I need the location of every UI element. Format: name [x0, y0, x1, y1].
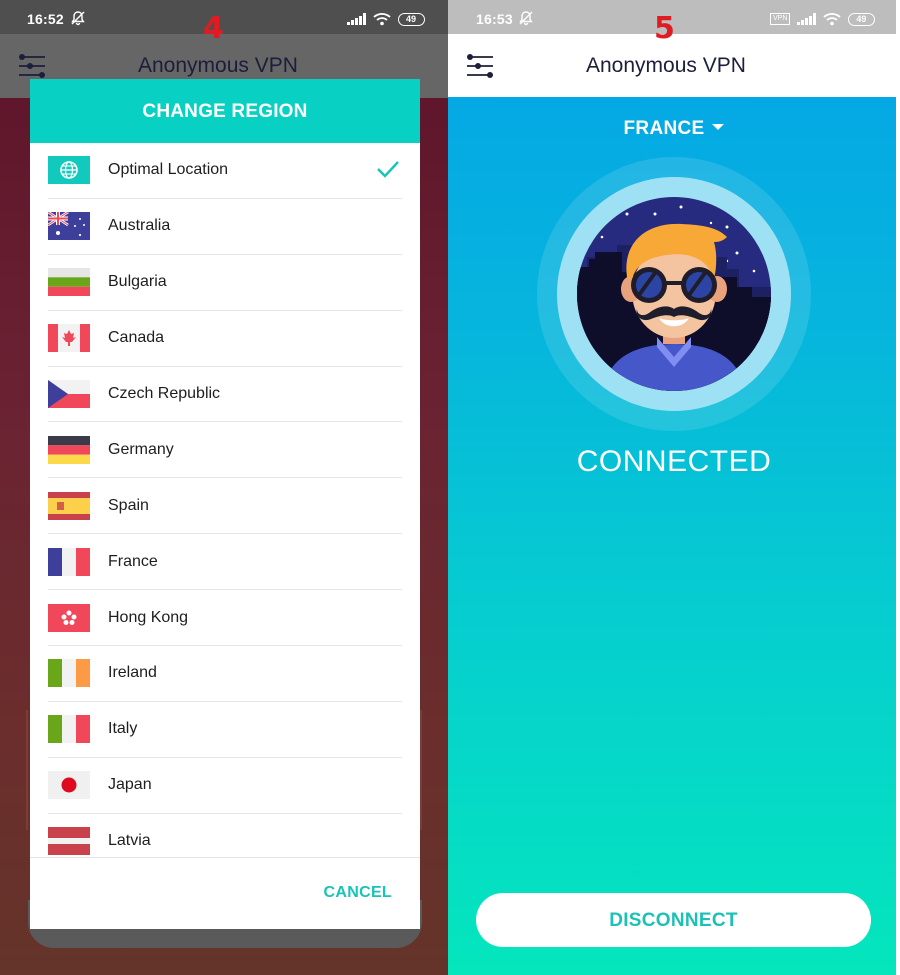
region-label: Canada	[108, 329, 165, 347]
flag-ca-icon	[48, 324, 90, 353]
region-item-de[interactable]: Germany	[48, 422, 402, 479]
flag-it-icon	[48, 715, 90, 744]
status-icons: VPN 49	[770, 12, 875, 26]
app-title: Anonymous VPN	[138, 54, 298, 77]
avatar-illustration	[577, 197, 771, 391]
disconnect-button[interactable]: DISCONNECT	[476, 893, 871, 947]
wifi-icon	[823, 13, 841, 26]
region-selector[interactable]: FRANCE	[448, 118, 900, 140]
signal-icon	[797, 13, 816, 25]
flag-ie-icon	[48, 659, 90, 688]
dropdown-caret-icon	[712, 123, 725, 130]
notifications-off-icon	[71, 11, 85, 26]
region-label: Bulgaria	[108, 273, 167, 291]
region-item-au[interactable]: Australia	[48, 199, 402, 255]
vpn-badge: VPN	[770, 13, 791, 25]
flag-jp-icon	[48, 771, 90, 800]
panel-divider	[896, 0, 900, 975]
region-item-bg[interactable]: Bulgaria	[48, 255, 402, 311]
region-item-ie[interactable]: Ireland	[48, 646, 402, 702]
region-label: Germany	[108, 440, 174, 458]
status-time: 16:53	[476, 11, 513, 27]
region-item-es[interactable]: Spain	[48, 478, 402, 535]
region-item-cz[interactable]: Czech Republic	[48, 367, 402, 423]
status-bar: 16:52 49	[0, 0, 448, 34]
region-item-jp[interactable]: Japan	[48, 758, 402, 814]
region-label: Czech Republic	[108, 385, 221, 402]
battery-indicator: 49	[397, 12, 425, 26]
region-label: Australia	[108, 217, 171, 235]
region-item-hk[interactable]: Hong Kong	[48, 590, 402, 647]
dialog-title: CHANGE REGION	[30, 79, 420, 143]
region-label: Spain	[108, 496, 149, 514]
selected-region: FRANCE	[623, 118, 705, 139]
battery-indicator: 49	[847, 12, 875, 26]
signal-icon	[347, 13, 366, 25]
screen-change-region: 16:52 49 4 Anonymous VPN CHANGE REGION O…	[0, 0, 448, 975]
flag-fr-icon	[48, 547, 90, 576]
region-item-lv[interactable]: Latvia	[48, 814, 402, 857]
region-label: Latvia	[108, 832, 151, 850]
region-label: Italy	[108, 720, 138, 738]
region-label: Optimal Location	[108, 161, 229, 179]
flag-hk-icon	[48, 603, 90, 632]
screen-connected: 16:53 VPN 49 5 Anonymous VPN FRANCE CONN…	[448, 0, 900, 975]
connection-status: CONNECTED	[576, 445, 772, 478]
dialog-footer: CANCEL	[30, 857, 420, 929]
flag-de-icon	[48, 435, 90, 464]
flag-au-icon	[48, 212, 90, 241]
region-item-ca[interactable]: Canada	[48, 311, 402, 367]
settings-sliders-icon[interactable]	[465, 52, 495, 80]
region-label: Ireland	[108, 664, 157, 682]
settings-sliders-icon[interactable]	[17, 52, 47, 80]
notifications-off-icon	[519, 11, 533, 26]
status-icons: 49	[347, 12, 425, 26]
cancel-button[interactable]: CANCEL	[324, 884, 392, 902]
change-region-dialog: CHANGE REGION Optimal Location Australia B…	[30, 79, 420, 929]
flag-cz-icon	[48, 380, 90, 408]
checkmark-icon	[377, 161, 399, 178]
region-item-it[interactable]: Italy	[48, 702, 402, 758]
app-title: Anonymous VPN	[586, 54, 746, 77]
region-list[interactable]: Optimal Location Australia Bulgaria Canada C…	[30, 143, 420, 857]
flag-lv-icon	[48, 827, 90, 856]
flag-bg-icon	[48, 268, 90, 297]
region-item-fr[interactable]: France	[48, 534, 402, 591]
status-time: 16:52	[27, 11, 64, 27]
wifi-icon	[372, 13, 391, 26]
step-number: 4	[203, 11, 224, 46]
globe-icon	[48, 156, 90, 185]
anonymous-avatar	[577, 197, 771, 391]
region-item-globe[interactable]: Optimal Location	[48, 143, 402, 199]
region-label: Japan	[108, 776, 152, 794]
step-number: 5	[654, 11, 675, 46]
flag-es-icon	[48, 491, 90, 520]
region-label: France	[108, 552, 158, 570]
region-label: Hong Kong	[108, 608, 189, 626]
